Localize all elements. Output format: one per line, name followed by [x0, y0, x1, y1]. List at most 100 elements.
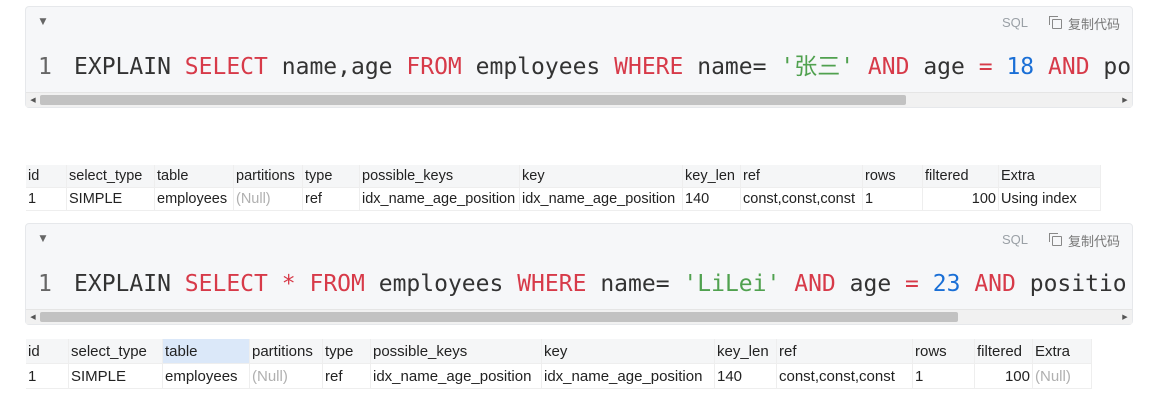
arrow-left-icon[interactable]: ◀ — [27, 94, 39, 106]
code-token: AND — [974, 271, 1016, 297]
column-header[interactable]: type — [322, 339, 371, 364]
table-cell[interactable]: employees — [154, 187, 234, 211]
arrow-right-icon[interactable]: ▶ — [1119, 311, 1131, 323]
code-language-label: SQL — [1001, 232, 1028, 247]
table-row[interactable]: 1 SIMPLE employees (Null) ref idx_name_a… — [26, 363, 1092, 389]
code-line: 1 EXPLAIN SELECT name,age FROM employees … — [38, 51, 1132, 83]
table-cell[interactable]: idx_name_age_position — [519, 187, 683, 211]
column-header[interactable]: rows — [862, 165, 923, 188]
code-line: 1 EXPLAIN SELECT * FROM employees WHERE n… — [38, 268, 1132, 300]
table-cell[interactable]: SIMPLE — [66, 187, 155, 211]
line-number: 1 — [38, 54, 52, 80]
column-header[interactable]: select_type — [66, 165, 155, 188]
code-token: WHERE — [517, 271, 587, 297]
chevron-down-icon[interactable]: ▼ — [36, 15, 50, 29]
table-header-row: id select_type table partitions type pos… — [26, 165, 1101, 188]
column-header[interactable]: partitions — [249, 339, 323, 364]
code-token: 18 — [1006, 54, 1035, 80]
table-row[interactable]: 1 SIMPLE employees (Null) ref idx_name_a… — [26, 187, 1101, 211]
table-cell[interactable]: ref — [322, 363, 371, 389]
horizontal-scrollbar[interactable]: ◀ ▶ — [26, 309, 1132, 324]
code-token: AND — [1048, 54, 1090, 80]
code-toolbar: ▼ SQL 复制代码 — [26, 224, 1132, 254]
table-cell[interactable]: 140 — [714, 363, 777, 389]
table-cell[interactable]: employees — [162, 363, 250, 389]
code-token: name= — [600, 271, 670, 297]
column-header[interactable]: key — [519, 165, 683, 188]
code-token: = — [905, 271, 919, 297]
column-header[interactable]: table — [154, 165, 234, 188]
code-token: SELECT — [184, 54, 268, 80]
column-header[interactable]: possible_keys — [370, 339, 542, 364]
table-cell[interactable]: SIMPLE — [68, 363, 163, 389]
scroll-thumb[interactable] — [40, 312, 958, 322]
code-token: '张三' — [780, 54, 855, 80]
table-cell[interactable]: ref — [302, 187, 360, 211]
code-token: AND — [794, 271, 836, 297]
table-cell[interactable]: idx_name_age_position — [370, 363, 542, 389]
table-header-row: id select_type table partitions type pos… — [26, 339, 1092, 364]
code-token: 'LiLei' — [683, 271, 781, 297]
table-cell[interactable]: 1 — [912, 363, 975, 389]
table-cell[interactable]: idx_name_age_position — [541, 363, 715, 389]
copy-code-label: 复制代码 — [1067, 234, 1120, 249]
code-token: = — [978, 54, 993, 80]
horizontal-scrollbar[interactable]: ◀ ▶ — [26, 92, 1132, 107]
code-token: WHERE — [614, 54, 684, 80]
code-token: EXPLAIN — [74, 54, 171, 80]
code-token: FROM — [406, 54, 462, 80]
arrow-right-icon[interactable]: ▶ — [1119, 94, 1131, 106]
copy-icon — [1048, 233, 1062, 246]
table-cell[interactable]: Using index — [998, 187, 1101, 211]
arrow-left-icon[interactable]: ◀ — [27, 311, 39, 323]
column-header[interactable]: key — [541, 339, 715, 364]
code-token: * — [281, 271, 296, 297]
column-header[interactable]: ref — [740, 165, 863, 188]
table-cell[interactable]: const,const,const — [740, 187, 863, 211]
chevron-down-icon[interactable]: ▼ — [36, 232, 50, 246]
copy-code-button[interactable]: 复制代码 — [1048, 231, 1120, 250]
column-header[interactable]: filtered — [922, 165, 999, 188]
code-token: age — [849, 271, 892, 297]
column-header[interactable]: id — [26, 165, 67, 188]
explain-result-table-2: id select_type table partitions type pos… — [26, 339, 1092, 389]
explain-result-table-1: id select_type table partitions type pos… — [26, 165, 1101, 211]
column-header[interactable]: key_len — [714, 339, 777, 364]
table-cell[interactable]: 140 — [682, 187, 741, 211]
column-header[interactable]: key_len — [682, 165, 741, 188]
table-cell[interactable]: 1 — [862, 187, 923, 211]
code-token: name= — [697, 54, 767, 80]
code-token: EXPLAIN — [74, 271, 171, 297]
column-header-selected[interactable]: table — [162, 339, 250, 364]
scroll-thumb[interactable] — [40, 95, 906, 105]
code-token: SELECT — [184, 271, 268, 297]
table-cell[interactable]: (Null) — [1032, 363, 1092, 389]
code-block-1: ▼ SQL 复制代码 1 EXPLAIN SELECT name,age FROM… — [25, 6, 1133, 108]
column-header[interactable]: ref — [776, 339, 913, 364]
column-header[interactable]: Extra — [1032, 339, 1092, 364]
table-cell[interactable]: 1 — [26, 363, 69, 389]
line-number: 1 — [38, 271, 52, 297]
column-header[interactable]: Extra — [998, 165, 1101, 188]
table-cell[interactable]: (Null) — [233, 187, 303, 211]
table-cell[interactable]: (Null) — [249, 363, 323, 389]
code-token: FROM — [309, 271, 365, 297]
table-cell[interactable]: 1 — [26, 187, 67, 211]
column-header[interactable]: filtered — [974, 339, 1033, 364]
column-header[interactable]: rows — [912, 339, 975, 364]
copy-code-button[interactable]: 复制代码 — [1048, 14, 1120, 33]
code-token: age — [923, 54, 965, 80]
column-header[interactable]: id — [26, 339, 69, 364]
table-cell[interactable]: 100 — [922, 187, 999, 211]
table-cell[interactable]: const,const,const — [776, 363, 913, 389]
table-cell[interactable]: idx_name_age_position — [359, 187, 520, 211]
column-header[interactable]: select_type — [68, 339, 163, 364]
column-header[interactable]: type — [302, 165, 360, 188]
code-token: name,age — [281, 54, 393, 80]
column-header[interactable]: possible_keys — [359, 165, 520, 188]
code-block-2: ▼ SQL 复制代码 1 EXPLAIN SELECT * FROM employ… — [25, 223, 1133, 325]
table-cell[interactable]: 100 — [974, 363, 1033, 389]
copy-code-label: 复制代码 — [1067, 17, 1120, 32]
code-token: po — [1103, 54, 1132, 80]
column-header[interactable]: partitions — [233, 165, 303, 188]
